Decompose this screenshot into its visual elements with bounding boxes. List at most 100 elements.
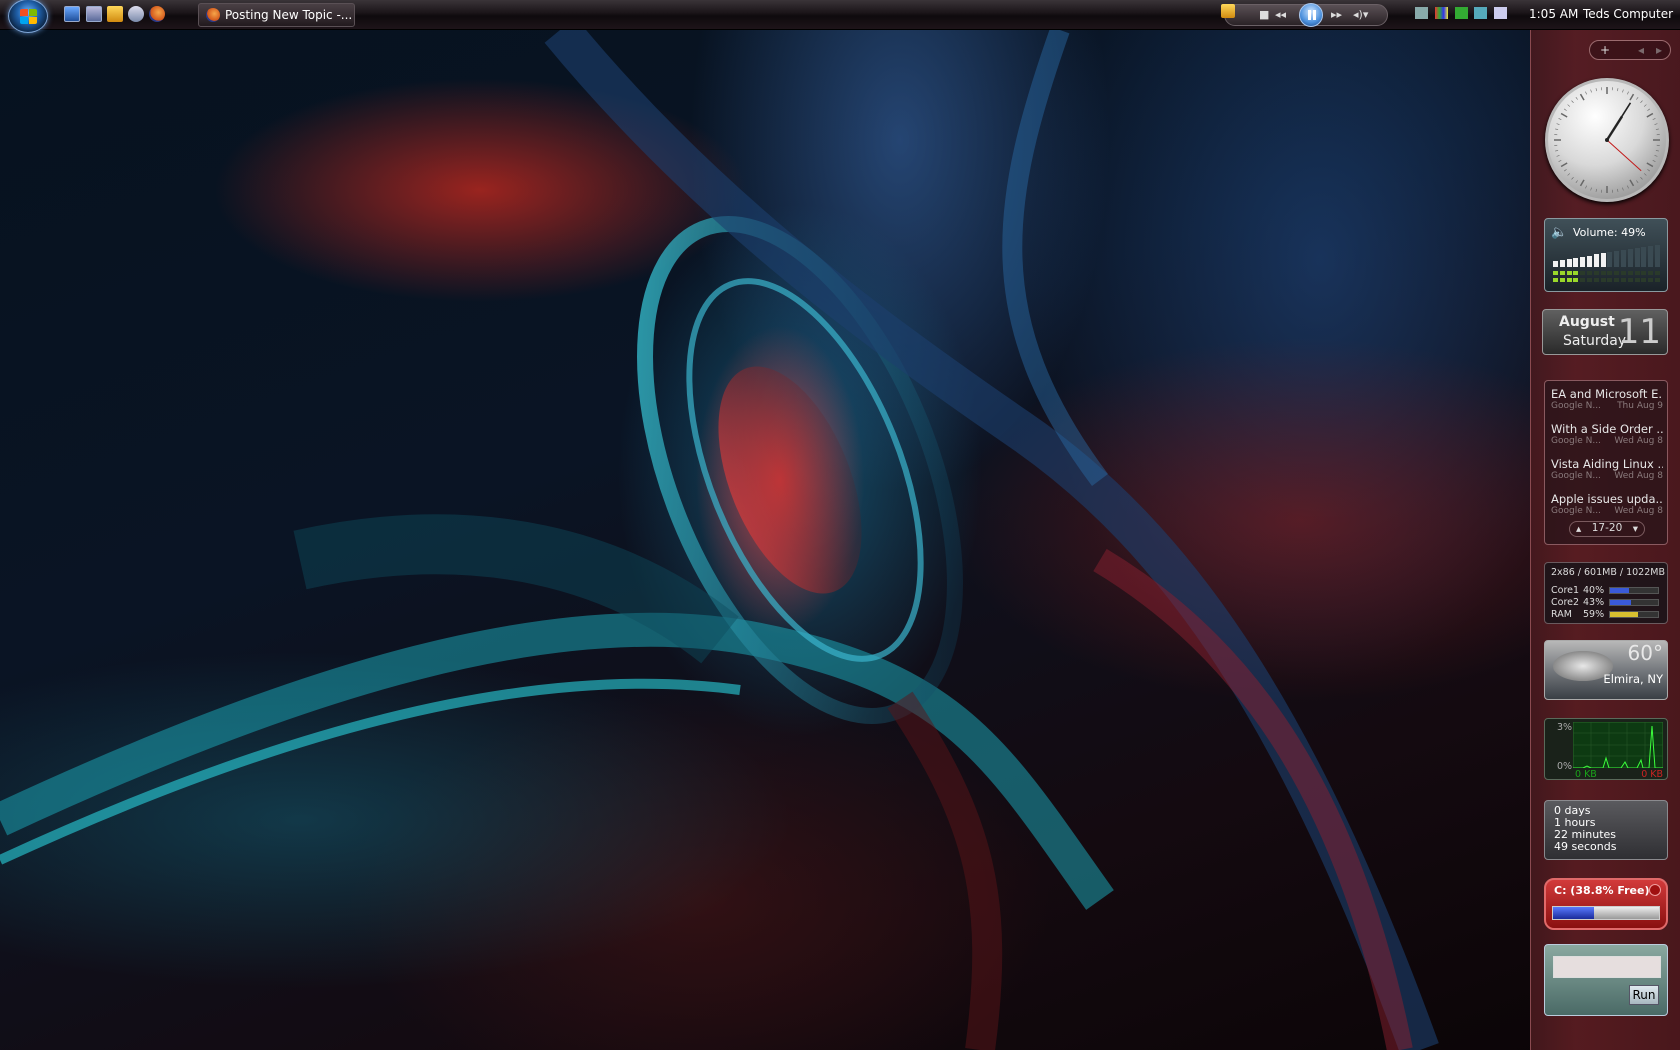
clock-tick xyxy=(1595,188,1597,192)
volume-level-meter[interactable] xyxy=(1553,244,1663,267)
pager-down-icon[interactable]: ▾ xyxy=(1633,523,1638,535)
volume-bar[interactable] xyxy=(1634,247,1640,267)
taskbar-window-button[interactable]: Posting New Topic -... xyxy=(198,3,355,27)
volume-bar[interactable] xyxy=(1580,256,1586,267)
news-source: Google N... xyxy=(1551,401,1601,411)
volume-bar[interactable] xyxy=(1573,257,1579,267)
taskbar-clock[interactable]: 1:05 AM xyxy=(1529,7,1578,21)
volume-bar[interactable] xyxy=(1655,244,1660,267)
volume-gadget[interactable]: 🔈 Volume: 49% xyxy=(1544,218,1668,292)
volume-led xyxy=(1641,278,1647,282)
volume-bar[interactable] xyxy=(1600,253,1606,267)
calendar-month: August xyxy=(1559,314,1615,330)
clock-tick xyxy=(1558,160,1562,162)
show-desktop-icon[interactable] xyxy=(64,6,80,22)
clock-tick xyxy=(1629,179,1635,187)
media-player-icon[interactable] xyxy=(107,6,123,22)
news-title: Apple issues upda... xyxy=(1551,492,1663,506)
meter-value: 43% xyxy=(1583,597,1605,608)
stop-icon[interactable]: ■ xyxy=(1259,8,1269,21)
pause-icon[interactable] xyxy=(1299,3,1323,27)
cpu-ram-meter-gadget[interactable]: 2x86 / 601MB / 1022MB Core1 40% Core2 43% RA… xyxy=(1544,562,1668,624)
network-activity-graph xyxy=(1573,722,1663,768)
news-item[interactable]: Vista Aiding Linux ... Google N... Wed Aug… xyxy=(1551,457,1663,489)
volume-bar[interactable] xyxy=(1641,246,1647,267)
firefox-icon xyxy=(206,8,220,22)
clock-second-hand xyxy=(1606,139,1642,172)
clock-tick xyxy=(1556,123,1560,125)
news-item[interactable]: Apple issues upda... Google N... Wed Aug 8 xyxy=(1551,492,1663,524)
computer-name: Teds Computer xyxy=(1583,7,1674,21)
drive-label: C: (38.8% Free) xyxy=(1554,884,1650,897)
pager-up-icon[interactable]: ▴ xyxy=(1576,523,1581,535)
volume-led xyxy=(1621,278,1626,282)
volume-led xyxy=(1634,278,1640,282)
news-date: Wed Aug 8 xyxy=(1614,506,1663,516)
clock-tick xyxy=(1655,150,1659,152)
volume-led xyxy=(1553,271,1558,275)
clock-tick xyxy=(1643,104,1647,107)
network-meter-gadget[interactable]: 3% 0% 0 KB 0 KB xyxy=(1544,718,1668,780)
media-player-icon[interactable] xyxy=(1221,4,1235,18)
volume-led xyxy=(1553,278,1558,282)
clock-tick xyxy=(1636,180,1639,184)
volume-led xyxy=(1559,271,1565,275)
tray-app-icon[interactable] xyxy=(1454,7,1468,19)
meter-row: RAM 59% xyxy=(1551,609,1663,620)
run-button[interactable]: Run xyxy=(1629,985,1659,1005)
volume-led xyxy=(1559,278,1565,282)
meter-label: RAM xyxy=(1551,609,1572,620)
firefox-icon[interactable] xyxy=(149,6,165,22)
volume-bar[interactable] xyxy=(1607,252,1613,267)
volume-bar[interactable] xyxy=(1593,254,1599,267)
volume-bar[interactable] xyxy=(1587,255,1592,267)
clock-tick xyxy=(1652,160,1656,162)
tray-app-icon[interactable] xyxy=(1415,7,1428,19)
volume-bar[interactable] xyxy=(1566,258,1572,267)
calendar-gadget[interactable]: August Saturday 11 xyxy=(1542,309,1668,355)
news-item[interactable]: With a Side Order ... Google N... Wed Aug … xyxy=(1551,422,1663,454)
news-date: Thu Aug 9 xyxy=(1617,401,1663,411)
next-icon[interactable]: ▸▸ xyxy=(1331,8,1342,21)
window-title: Posting New Topic -... xyxy=(225,8,353,22)
network-icon[interactable] xyxy=(128,6,144,22)
switch-windows-icon[interactable] xyxy=(86,6,102,22)
news-feed-gadget: EA and Microsoft E... Google N... Thu Aug … xyxy=(1544,380,1668,545)
volume-led xyxy=(1580,271,1586,275)
volume-bar[interactable] xyxy=(1621,250,1626,267)
previous-page-icon[interactable]: ◂ xyxy=(1638,43,1644,57)
news-item[interactable]: EA and Microsoft E... Google N... Thu Aug … xyxy=(1551,387,1663,419)
volume-icon[interactable]: ◂)▾ xyxy=(1353,8,1368,21)
clock-tick xyxy=(1563,108,1567,111)
tray-app-icon[interactable] xyxy=(1434,7,1448,19)
news-source: Google N... xyxy=(1551,471,1601,481)
previous-icon[interactable]: ◂◂ xyxy=(1275,8,1286,21)
meter-fill xyxy=(1610,612,1639,617)
taskbar: Posting New Topic -... ■ ◂◂ ▸▸ ◂)▾ 1:05 … xyxy=(0,0,1680,33)
weather-gadget[interactable]: 60° Elmira, NY xyxy=(1544,640,1668,700)
network-tray-icon[interactable] xyxy=(1474,7,1488,19)
uptime-gadget[interactable]: 0 days 1 hours 22 minutes 49 seconds xyxy=(1544,800,1668,860)
news-pager: ▴ 17-20 ▾ xyxy=(1569,521,1645,537)
clock-tick xyxy=(1585,185,1587,189)
start-button[interactable] xyxy=(8,0,48,33)
meter-value: 40% xyxy=(1583,585,1605,596)
run-gadget: Run xyxy=(1544,944,1668,1016)
run-command-input[interactable] xyxy=(1553,956,1661,978)
volume-bar[interactable] xyxy=(1553,261,1558,267)
volume-bar[interactable] xyxy=(1648,245,1654,267)
clock-tick xyxy=(1579,179,1585,187)
volume-tray-icon[interactable] xyxy=(1494,7,1508,19)
news-title: With a Side Order ... xyxy=(1551,422,1663,436)
drive-space-gadget[interactable]: C: (38.8% Free) xyxy=(1544,878,1668,930)
volume-bar[interactable] xyxy=(1627,248,1633,267)
add-gadget-button[interactable]: + xyxy=(1600,43,1610,57)
volume-led xyxy=(1648,271,1654,275)
volume-bar[interactable] xyxy=(1614,251,1620,267)
next-page-icon[interactable]: ▸ xyxy=(1656,43,1662,57)
clock-tick xyxy=(1575,96,1578,100)
clock-tick xyxy=(1655,128,1659,130)
volume-bar[interactable] xyxy=(1559,259,1565,267)
volume-led xyxy=(1566,278,1572,282)
clock-gadget[interactable] xyxy=(1545,78,1669,202)
